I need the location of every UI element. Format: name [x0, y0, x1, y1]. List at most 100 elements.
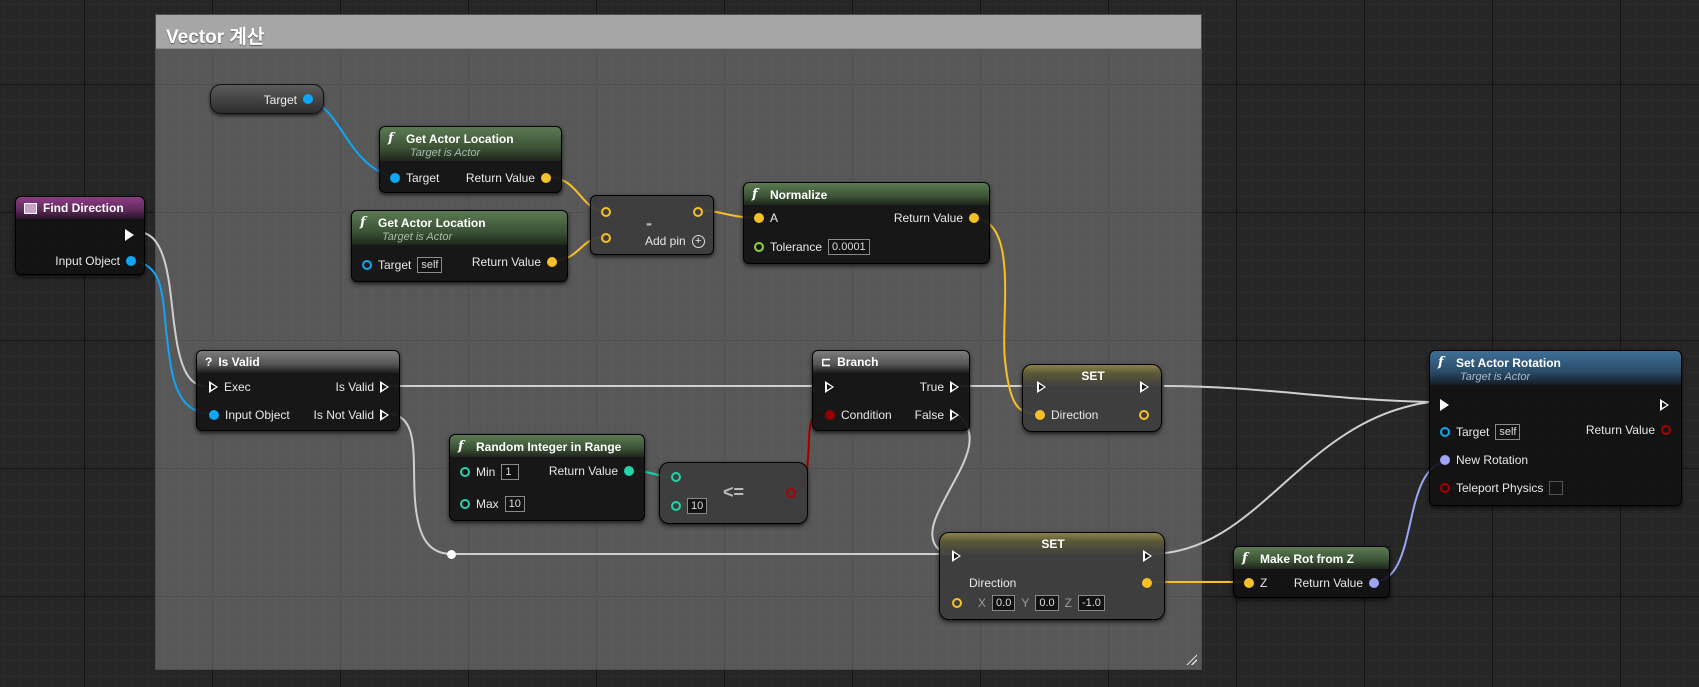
subtract-input-a-pin[interactable] — [601, 207, 611, 217]
reroute-knot[interactable] — [447, 550, 456, 559]
subtract-input-b-pin[interactable] — [601, 233, 611, 243]
set-bottom-exec-in[interactable] — [952, 547, 961, 565]
return-value-pin[interactable] — [547, 257, 557, 267]
make-rot-from-z-node[interactable]: f Make Rot from Z Z Return Value — [1233, 546, 1390, 598]
target-self-field[interactable]: self — [417, 257, 443, 273]
random-integer-node[interactable]: f Random Integer in Range Min 1 Return V… — [449, 434, 645, 521]
exec-in-pin-icon[interactable] — [1037, 381, 1046, 393]
set-actor-rotation-node[interactable]: f Set Actor Rotation Target is Actor Tar… — [1429, 350, 1682, 506]
branch-exec-in[interactable] — [825, 378, 834, 396]
add-pin-button[interactable]: Add pin + — [645, 232, 705, 250]
find-direction-node[interactable]: Find Direction Input Object — [15, 196, 145, 275]
exec-in-pin-icon[interactable] — [209, 381, 218, 393]
is-valid-node[interactable]: ? Is Valid Exec Is Valid Input Object Is… — [196, 350, 400, 431]
x-field[interactable]: 0.0 — [992, 595, 1016, 611]
sar-return-value[interactable]: Return Value — [1586, 421, 1671, 439]
branch-condition-input[interactable]: Condition — [825, 406, 892, 424]
target-input-pin[interactable] — [390, 173, 400, 183]
exec-out-pin-icon[interactable] — [950, 409, 959, 421]
branch-true-output[interactable]: True — [920, 378, 959, 396]
exec-out-pin-icon[interactable] — [125, 229, 134, 241]
compare-input-b-pin[interactable] — [671, 501, 681, 511]
exec-out-pin-icon[interactable] — [1143, 550, 1152, 562]
gal1-target-input[interactable]: Target — [390, 169, 439, 187]
return-value-pin[interactable] — [969, 213, 979, 223]
target-self-field[interactable]: self — [1495, 424, 1521, 440]
set-bottom-direction-input[interactable]: X 0.0 Y 0.0 Z -1.0 — [952, 594, 1105, 612]
sar-exec-in[interactable] — [1440, 396, 1449, 414]
max-pin[interactable] — [460, 499, 470, 509]
z-field[interactable]: -1.0 — [1077, 595, 1105, 611]
is-valid-output[interactable]: Is Valid — [336, 378, 389, 396]
set-direction-node-bottom[interactable]: SET Direction X 0.0 Y 0.0 Z -1.0 — [939, 532, 1165, 620]
branch-false-output[interactable]: False — [915, 406, 959, 424]
get-actor-location-node-2[interactable]: f Get Actor Location Target is Actor Tar… — [351, 210, 568, 282]
sar-exec-out[interactable] — [1660, 396, 1669, 414]
sar-teleport-physics-input[interactable]: Teleport Physics — [1440, 479, 1564, 497]
set-top-direction-output[interactable] — [1139, 406, 1149, 424]
get-actor-location-node-1[interactable]: f Get Actor Location Target is Actor Tar… — [379, 126, 562, 193]
condition-pin[interactable] — [825, 410, 835, 420]
teleport-physics-checkbox[interactable] — [1549, 481, 1564, 495]
max-field[interactable]: 10 — [504, 496, 525, 512]
exec-in-pin-icon[interactable] — [1440, 399, 1449, 411]
return-value-pin[interactable] — [1661, 425, 1671, 435]
z-input-pin[interactable] — [1244, 578, 1254, 588]
resize-grip-icon[interactable] — [1185, 653, 1197, 665]
target-input-pin[interactable] — [1440, 427, 1450, 437]
teleport-physics-pin[interactable] — [1440, 483, 1450, 493]
less-equal-node[interactable]: 10 <= — [659, 462, 808, 524]
compare-input-b[interactable]: 10 — [671, 497, 708, 515]
gal2-return-value[interactable]: Return Value — [472, 253, 557, 271]
input-object-pin[interactable] — [209, 410, 219, 420]
y-field[interactable]: 0.0 — [1035, 595, 1059, 611]
exec-out-pin-icon[interactable] — [1140, 381, 1149, 393]
direction-output-pin[interactable] — [1139, 410, 1149, 420]
min-field[interactable]: 1 — [501, 464, 520, 480]
target-variable-node[interactable]: Target — [210, 84, 324, 114]
find-direction-input-object[interactable]: Input Object — [55, 252, 136, 270]
random-min-input[interactable]: Min 1 — [460, 463, 520, 481]
gal1-return-value[interactable]: Return Value — [466, 169, 551, 187]
exec-out-pin-icon[interactable] — [1660, 399, 1669, 411]
exec-out-pin-icon[interactable] — [380, 381, 389, 393]
direction-input-pin[interactable] — [952, 598, 962, 608]
random-return-value[interactable]: Return Value — [549, 462, 634, 480]
compare-input-a-pin[interactable] — [671, 472, 681, 482]
comment-header[interactable]: Vector 계산 — [156, 15, 1201, 49]
set-bottom-direction-output[interactable] — [1142, 574, 1152, 592]
a-input-pin[interactable] — [754, 213, 764, 223]
subtract-output-pin[interactable] — [693, 207, 703, 217]
exec-out-pin-icon[interactable] — [950, 381, 959, 393]
normalize-a-input[interactable]: A — [754, 209, 778, 227]
direction-output-pin[interactable] — [1142, 578, 1152, 588]
tolerance-pin[interactable] — [754, 242, 764, 252]
set-direction-node-top[interactable]: SET Direction — [1022, 364, 1162, 432]
exec-in-pin-icon[interactable] — [825, 381, 834, 393]
make-rot-return-value[interactable]: Return Value — [1294, 574, 1379, 592]
return-value-pin[interactable] — [624, 466, 634, 476]
min-pin[interactable] — [460, 467, 470, 477]
random-max-input[interactable]: Max 10 — [460, 495, 525, 513]
exec-out-pin-icon[interactable] — [380, 409, 389, 421]
normalize-return-value[interactable]: Return Value — [894, 209, 979, 227]
is-valid-exec-in[interactable]: Exec — [209, 378, 251, 396]
return-value-pin[interactable] — [541, 173, 551, 183]
new-rotation-pin[interactable] — [1440, 455, 1450, 465]
branch-node[interactable]: ⊏ Branch True Condition False — [812, 350, 970, 431]
direction-input-pin[interactable] — [1035, 410, 1045, 420]
return-value-pin[interactable] — [1369, 578, 1379, 588]
subtract-node[interactable]: - Add pin + — [590, 195, 714, 255]
target-output-pin[interactable] — [303, 94, 313, 104]
compare-b-field[interactable]: 10 — [687, 498, 708, 514]
set-top-exec-in[interactable] — [1037, 378, 1046, 396]
find-direction-exec-out[interactable] — [125, 226, 134, 244]
normalize-node[interactable]: f Normalize A Return Value Tolerance 0.0… — [743, 182, 990, 264]
add-pin-plus-icon[interactable]: + — [691, 234, 705, 248]
tolerance-field[interactable]: 0.0001 — [828, 239, 870, 255]
target-input-pin[interactable] — [362, 260, 372, 270]
make-rot-z-input[interactable]: Z — [1244, 574, 1267, 592]
sar-new-rotation-input[interactable]: New Rotation — [1440, 451, 1528, 469]
exec-in-pin-icon[interactable] — [952, 550, 961, 562]
gal2-target-input[interactable]: Target self — [362, 256, 443, 274]
